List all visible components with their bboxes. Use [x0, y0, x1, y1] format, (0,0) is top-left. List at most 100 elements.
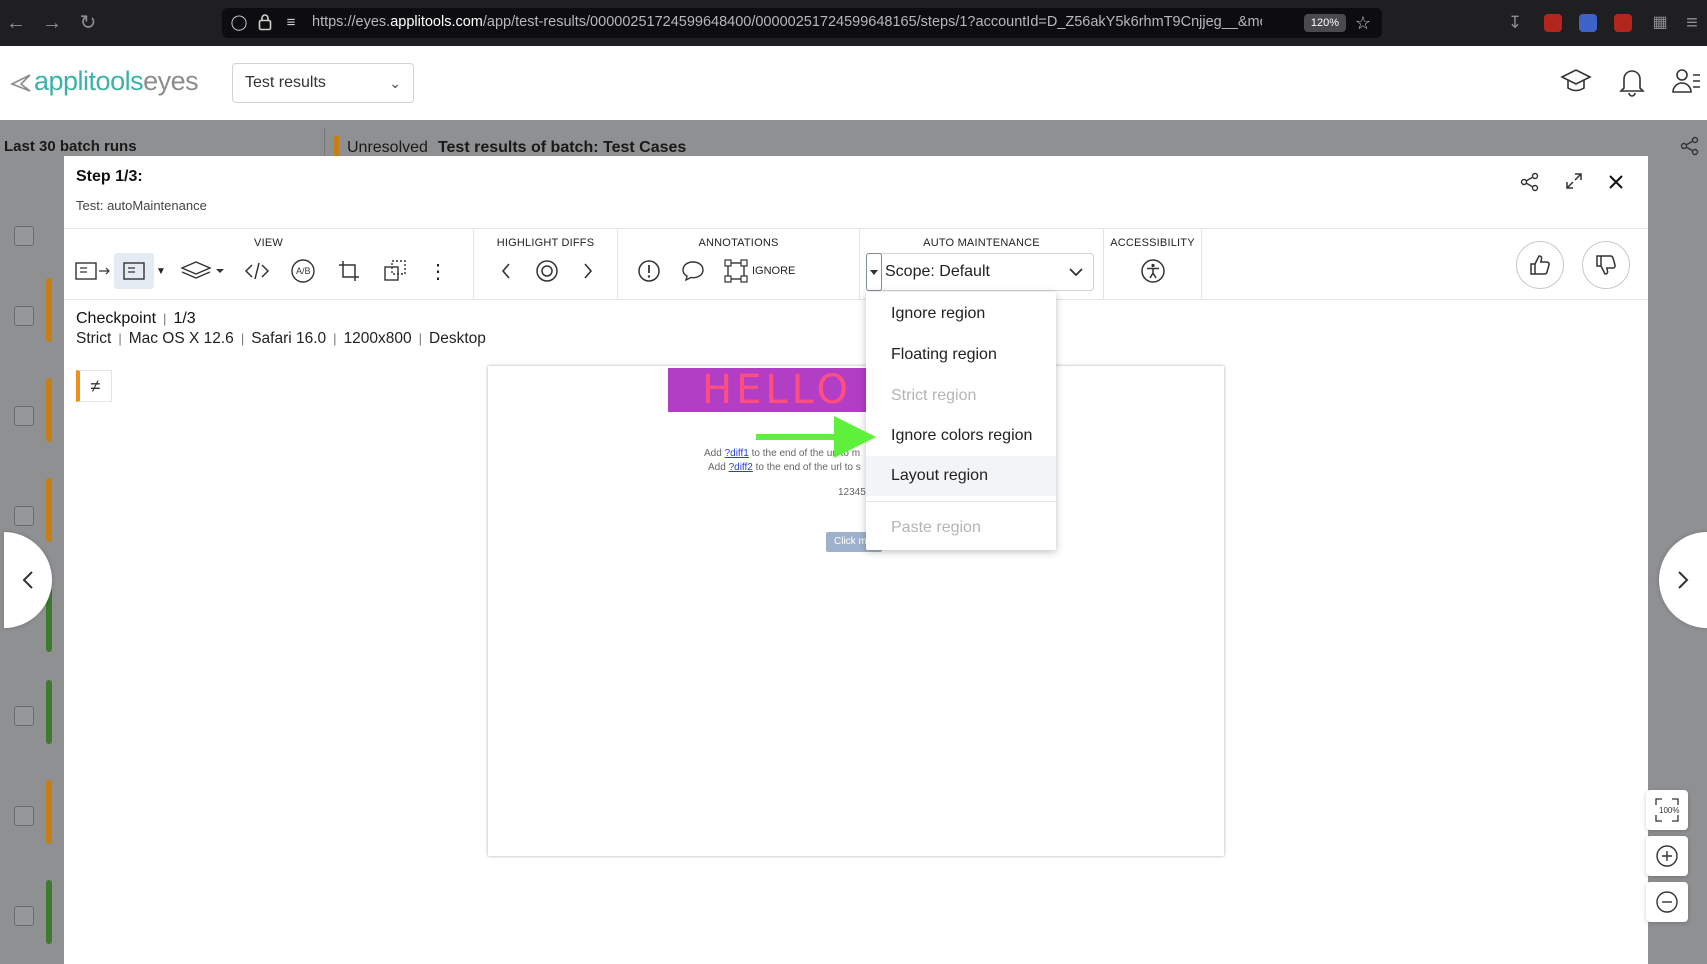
- chevron-down-icon: ⌄: [389, 75, 401, 91]
- ab-compare-icon[interactable]: A/B: [288, 253, 318, 289]
- accessibility-label: ACCESSIBILITY: [1110, 237, 1195, 249]
- highlight-diffs-label: HIGHLIGHT DIFFS: [496, 237, 595, 249]
- accessibility-group: ACCESSIBILITY: [1104, 229, 1202, 299]
- scope-select[interactable]: Scope: Default: [872, 253, 1094, 291]
- viewport-size: 1200x800: [343, 330, 412, 347]
- chevron-right-icon: [1678, 571, 1689, 589]
- row-checkbox[interactable]: [14, 306, 34, 326]
- download-icon[interactable]: ↧: [1503, 11, 1527, 35]
- menu-icon[interactable]: ≡: [1680, 11, 1704, 35]
- test-name: Test: autoMaintenance: [76, 198, 207, 213]
- extensions-puzzle-icon[interactable]: ▦: [1648, 11, 1672, 35]
- next-diff-icon[interactable]: [576, 253, 600, 289]
- caret-down-icon[interactable]: ▼: [154, 253, 168, 289]
- row-checkbox[interactable]: [14, 806, 34, 826]
- learning-cap-icon[interactable]: [1560, 64, 1592, 98]
- checkpoint-title: Checkpoint | 1/3: [76, 310, 196, 327]
- extension-icon[interactable]: [1544, 14, 1562, 32]
- zoom-in-button[interactable]: [1646, 836, 1688, 876]
- row-checkbox[interactable]: [14, 406, 34, 426]
- logo-mark-icon: [10, 74, 31, 92]
- auto-maintenance-group: AUTO MAINTENANCE Scope: Default: [860, 229, 1104, 299]
- zoom-out-button[interactable]: [1646, 882, 1688, 922]
- accessibility-icon[interactable]: [1137, 253, 1169, 289]
- diff2-link[interactable]: ?diff2: [729, 462, 753, 473]
- scope-value: Scope: Default: [885, 263, 990, 280]
- checkpoint-label: Checkpoint: [76, 310, 157, 327]
- bookmark-star-icon[interactable]: ☆: [1354, 13, 1372, 33]
- more-options-icon[interactable]: ⋮: [428, 253, 448, 289]
- status-stripe: [46, 680, 52, 744]
- status-bar: [334, 136, 339, 156]
- highlight-diffs-group: HIGHLIGHT DIFFS: [474, 229, 618, 299]
- back-icon[interactable]: ←: [4, 11, 28, 35]
- thumbs-down-button[interactable]: [1582, 241, 1630, 289]
- bell-icon[interactable]: [1616, 64, 1648, 98]
- view-select[interactable]: Test results ⌄: [232, 63, 414, 103]
- remark-icon[interactable]: [678, 253, 708, 289]
- thumbs-up-button[interactable]: [1516, 241, 1564, 289]
- row-checkbox[interactable]: [14, 506, 34, 526]
- batch-status: Unresolved Test results of batch: Test Ca…: [334, 136, 686, 157]
- zoom-fit-label: 100%: [1659, 806, 1679, 815]
- extension-icon[interactable]: [1614, 14, 1632, 32]
- row-checkbox[interactable]: [14, 906, 34, 926]
- share-icon[interactable]: [1518, 172, 1542, 196]
- layers-icon[interactable]: [180, 253, 224, 289]
- reload-icon[interactable]: ↻: [76, 11, 100, 35]
- menu-item-ignore-colors-region[interactable]: Ignore colors region: [866, 416, 1056, 456]
- browser-toolbar: ← → ↻ ◯ ≡ https://eyes.applitools.com/ap…: [0, 0, 1707, 46]
- region-type-menu: Ignore region Floating region Strict reg…: [866, 292, 1056, 550]
- batch-title: Test results of batch: Test Cases: [437, 139, 687, 156]
- applitools-logo[interactable]: applitoolseyes: [10, 66, 199, 97]
- crop-icon[interactable]: [334, 253, 364, 289]
- overlay-icon[interactable]: [380, 253, 410, 289]
- menu-item-ignore-region[interactable]: Ignore region: [866, 294, 1056, 334]
- step-modal: Step 1/3: Test: autoMaintenance VIEW ▼ A…: [64, 156, 1688, 964]
- zoom-badge[interactable]: 120%: [1304, 14, 1346, 32]
- menu-item-strict-region: Strict region: [891, 387, 977, 404]
- view-label: VIEW: [254, 237, 283, 249]
- status-stripe: [46, 278, 52, 342]
- diff1-link[interactable]: ?diff1: [725, 448, 749, 459]
- row-checkbox[interactable]: [14, 226, 34, 246]
- zoom-in-icon: [1656, 845, 1678, 867]
- chevron-left-icon: [22, 571, 33, 589]
- row-checkbox[interactable]: [14, 706, 34, 726]
- auto-maintenance-label: AUTO MAINTENANCE: [923, 237, 1040, 249]
- chevron-down-icon: [1069, 268, 1083, 277]
- ignore-region-button[interactable]: IGNORE: [752, 253, 812, 289]
- zoom-out-icon: [1656, 891, 1678, 913]
- step-toolbar: VIEW ▼ A/B ⋮ HIGHLIGHT DIFFS ANNOTATIONS…: [64, 228, 1648, 300]
- previous-diff-icon[interactable]: [494, 253, 518, 289]
- permissions-icon[interactable]: ≡: [282, 13, 300, 33]
- hello-banner: HELLO W: [668, 368, 868, 412]
- code-icon[interactable]: [242, 253, 272, 289]
- forward-icon[interactable]: →: [40, 11, 64, 35]
- highlight-diffs-icon[interactable]: [532, 253, 562, 289]
- status-stripe: [46, 378, 52, 442]
- url-text: https://eyes.applitools.com/app/test-res…: [312, 14, 1262, 30]
- region-icon[interactable]: [722, 253, 750, 289]
- annotation-type-dropdown[interactable]: [866, 253, 882, 291]
- checkpoint-meta: Strict | Mac OS X 12.6 | Safari 16.0 | 1200x80…: [76, 330, 486, 347]
- zoom-fit-button[interactable]: 100%: [1646, 790, 1688, 830]
- menu-item-floating-region[interactable]: Floating region: [866, 335, 1056, 375]
- batch-runs-title: Last 30 batch runs: [4, 138, 137, 155]
- svg-text:A/B: A/B: [296, 266, 311, 276]
- app-header: applitoolseyes Test results ⌄: [0, 46, 1707, 120]
- bug-region-icon[interactable]: [634, 253, 664, 289]
- expand-icon[interactable]: [1562, 172, 1586, 196]
- extension-icon[interactable]: [1579, 14, 1597, 32]
- close-icon[interactable]: [1604, 172, 1628, 196]
- single-view-icon[interactable]: [114, 253, 154, 289]
- share-icon[interactable]: [1680, 136, 1700, 156]
- menu-divider: [866, 501, 1056, 502]
- user-menu-icon[interactable]: [1670, 64, 1702, 98]
- status-stripe: [46, 780, 52, 844]
- view-select-value: Test results: [245, 74, 326, 91]
- divider: [324, 128, 325, 156]
- address-bar[interactable]: ◯ ≡ https://eyes.applitools.com/app/test…: [222, 8, 1382, 38]
- menu-item-layout-region[interactable]: Layout region: [866, 456, 1056, 496]
- diff-toggle-button[interactable]: ≠: [76, 370, 112, 402]
